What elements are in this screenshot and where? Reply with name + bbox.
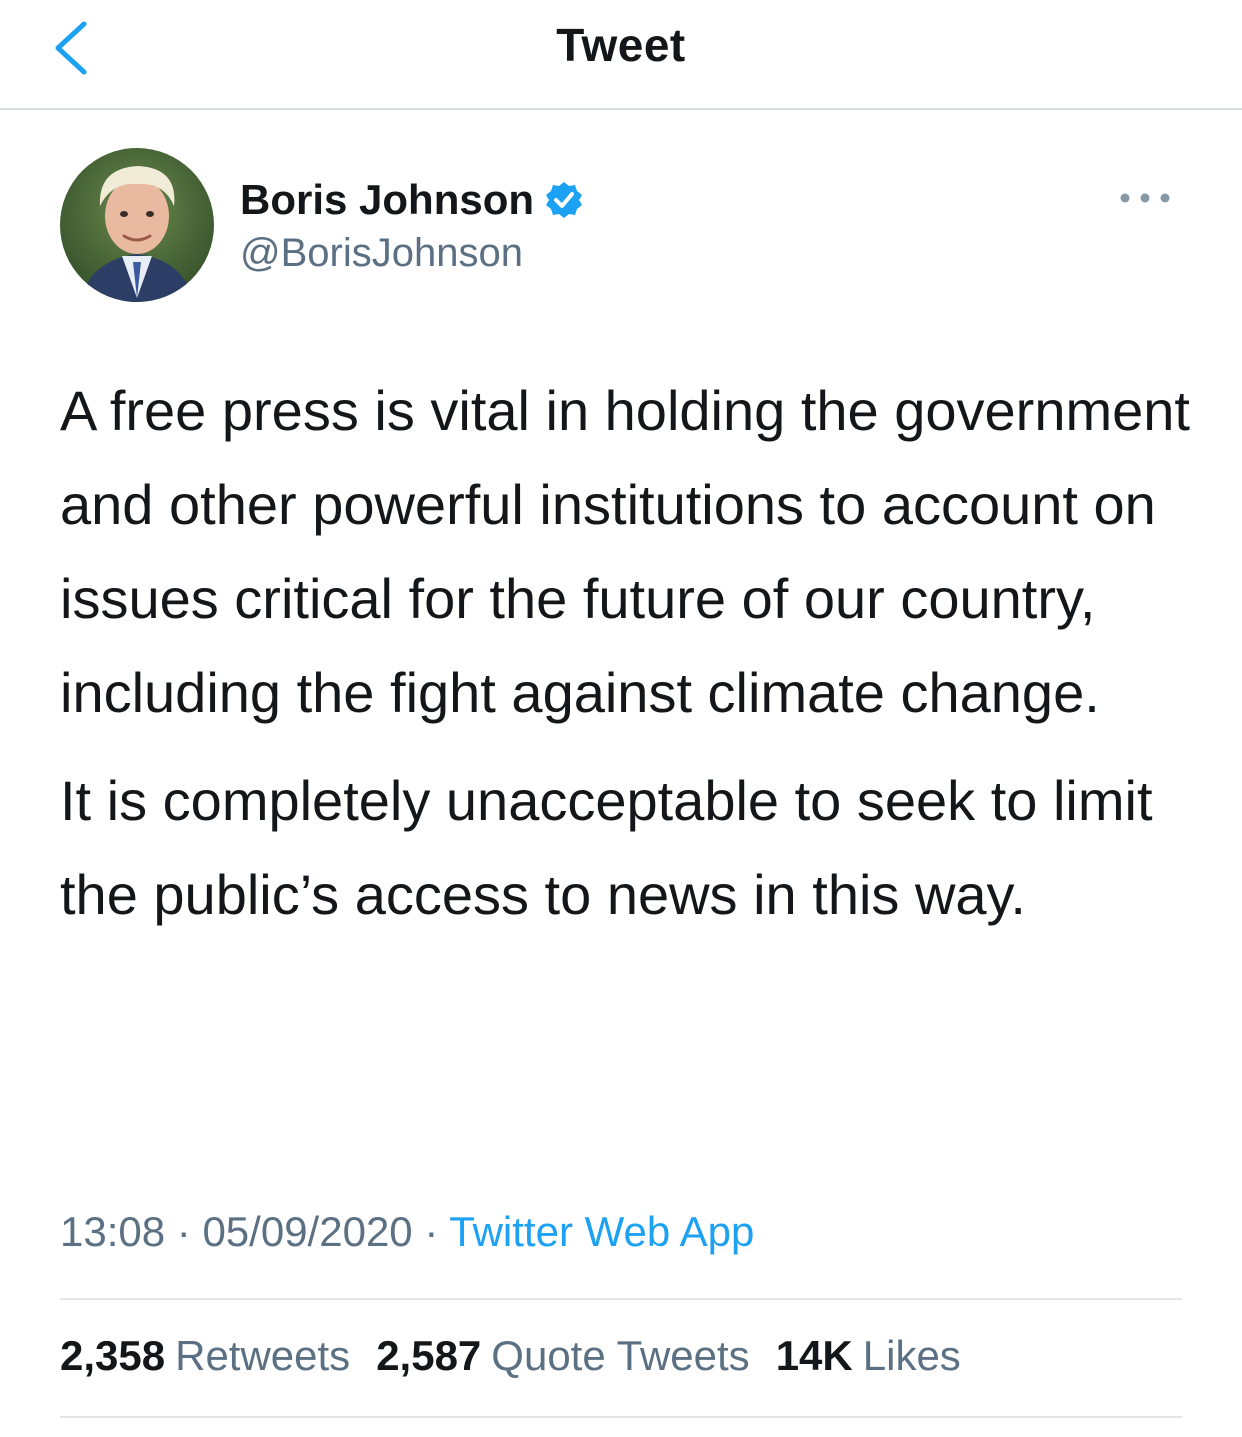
retweets-count: 2,358 [60,1332,166,1379]
tweet-paragraph: A free press is vital in holding the gov… [60,379,1190,724]
top-bar: Tweet [0,0,1242,110]
quote-tweets-label: Quote Tweets [491,1332,750,1379]
tweet-meta: 13:08 · 05/09/2020 · Twitter Web App [60,1208,754,1256]
retweets-stat[interactable]: 2,358 Retweets [60,1332,350,1380]
verified-badge-icon [546,182,583,218]
tweet-time[interactable]: 13:08 [60,1208,165,1255]
tweet-text: A free press is vital in holding the gov… [60,364,1200,942]
avatar[interactable] [60,148,214,302]
more-horizontal-icon [1120,193,1170,203]
quote-tweets-count: 2,587 [376,1332,482,1379]
retweets-label: Retweets [175,1332,351,1379]
author-name[interactable]: Boris Johnson [240,176,584,224]
meta-separator: · [424,1208,439,1255]
divider [60,1298,1182,1300]
author-display-name: Boris Johnson [240,176,535,223]
author-handle[interactable]: @BorisJohnson [240,231,523,276]
quote-tweets-stat[interactable]: 2,587 Quote Tweets [376,1332,750,1380]
likes-count: 14K [775,1332,853,1379]
profile-photo [60,148,214,302]
divider [60,1416,1182,1418]
engagement-stats: 2,358 Retweets 2,587 Quote Tweets 14K Likes [60,1332,961,1380]
meta-separator: · [176,1208,191,1255]
tweet-date[interactable]: 05/09/2020 [202,1208,412,1255]
likes-stat[interactable]: 14K Likes [776,1332,961,1380]
page-title: Tweet [556,19,686,71]
tweet-source-link[interactable]: Twitter Web App [449,1208,754,1255]
likes-label: Likes [862,1332,961,1379]
more-options-button[interactable] [1110,178,1180,218]
tweet-paragraph: It is completely unacceptable to seek to… [60,769,1153,926]
